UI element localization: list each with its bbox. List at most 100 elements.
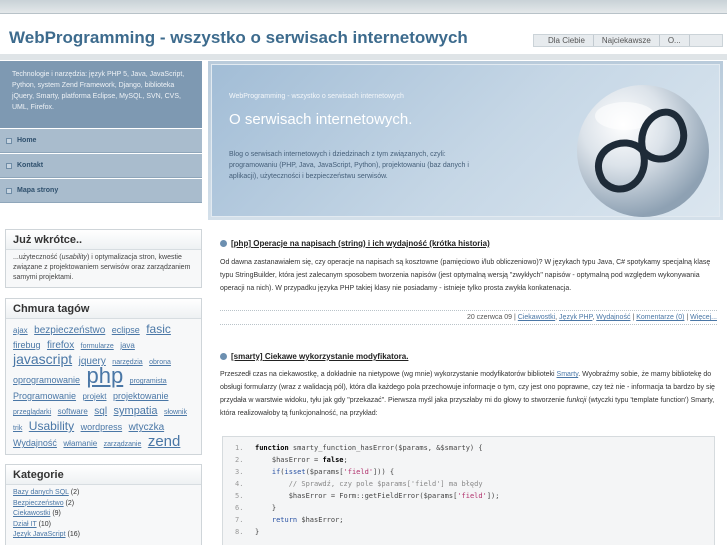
code-block: 1. function smarty_function_hasError($par… — [222, 436, 715, 545]
code-token: $hasError; — [297, 516, 344, 524]
post-title-link[interactable]: [smarty] Ciekawe wykorzystanie modyfikat… — [231, 352, 408, 361]
tag-link[interactable]: Programowanie — [13, 391, 76, 401]
tag-link[interactable]: eclipse — [112, 325, 140, 335]
site-title[interactable]: WebProgramming - wszystko o serwisach in… — [9, 28, 468, 48]
bullet-square-icon — [6, 137, 12, 144]
category-link[interactable]: Ciekawostki — [13, 510, 50, 517]
sidebar-item-kontakt[interactable]: Kontakt — [0, 154, 202, 178]
tag-link[interactable]: wordpress — [81, 422, 123, 432]
line-number: 5. — [235, 492, 244, 500]
category-link[interactable]: Język JavaScript — [13, 531, 66, 538]
post-meta-link[interactable]: Wydajność — [596, 314, 630, 321]
tag-link[interactable]: ajax — [13, 326, 28, 335]
code-line: 6. } — [235, 502, 714, 514]
post-date: 20 czerwca 09 | — [466, 314, 516, 321]
line-number: 2. — [235, 456, 244, 464]
tag-link[interactable]: wtyczka — [129, 422, 165, 433]
post-meta-link[interactable]: Ciekawostki — [518, 314, 555, 321]
top-nav-najciekawsze[interactable]: Najciekawsze — [594, 35, 660, 46]
post-body-part: Przeszedł czas na ciekawostkę, a dokładn… — [220, 371, 557, 378]
tag-link[interactable]: obrona — [149, 359, 171, 366]
top-nav-dla-ciebie[interactable]: Dla Ciebie — [534, 35, 594, 46]
tag-link[interactable]: zend — [148, 433, 181, 450]
code-token: } — [255, 504, 277, 512]
code-line: 5. $hasError = Form::getFieldError($para… — [235, 490, 714, 502]
tag-link[interactable]: słownik — [164, 409, 187, 416]
tag-link[interactable]: software — [58, 407, 88, 416]
category-link[interactable]: Bazy danych SQL — [13, 489, 69, 496]
category-item: Bazy danych SQL (2) — [13, 488, 194, 499]
header-divider — [0, 54, 727, 60]
line-number: 8. — [235, 528, 244, 536]
code-line: 3. if(isset($params['field'])) { — [235, 466, 714, 478]
post-title-link[interactable]: [php] Operacje na napisach (string) i ic… — [231, 239, 490, 248]
category-link[interactable]: Dział IT — [13, 521, 37, 528]
banner-title: O serwisach internetowych. — [229, 111, 413, 128]
tag-link[interactable]: zarządzanie — [104, 441, 142, 448]
post-tag: [php] — [231, 239, 251, 248]
tag-link[interactable]: java — [120, 341, 135, 350]
sidebar-item-label: Home — [17, 137, 37, 144]
tag-link[interactable]: przeglądarki — [13, 409, 51, 416]
coming-soon-title: Już wkrótce.. — [6, 230, 201, 250]
tag-link[interactable]: projekt — [82, 392, 106, 401]
tag-link[interactable]: projektowanie — [113, 391, 169, 401]
more-link[interactable]: Więcej... — [690, 314, 717, 321]
code-line: 4. // Sprawdź, czy pole $params['field']… — [235, 478, 714, 490]
tag-link[interactable]: włamanie — [63, 439, 97, 448]
tag-link[interactable]: bezpieczeństwo — [34, 325, 105, 336]
code-token: false — [322, 456, 344, 464]
category-link[interactable]: Bezpieczeństwo — [13, 500, 64, 507]
post-meta-link[interactable]: Język PHP — [559, 314, 592, 321]
coming-soon-text: ...użyteczność (usability) i optymalizac… — [6, 250, 201, 286]
category-count: (10) — [38, 520, 52, 528]
code-token: ($params[ — [305, 468, 344, 476]
code-token: return — [271, 516, 298, 524]
sidebar-item-home[interactable]: Home — [0, 129, 202, 153]
tag-link[interactable]: oprogramowanie — [13, 375, 80, 385]
glass-sphere-logo-icon — [577, 85, 709, 217]
tag-link[interactable]: trik — [13, 425, 22, 432]
tag-link[interactable]: firebug — [13, 340, 41, 350]
categories-title: Kategorie — [6, 465, 201, 485]
category-count: (2) — [70, 489, 80, 496]
code-token: 'field' — [457, 492, 487, 500]
top-nav-o[interactable]: O... — [660, 35, 690, 46]
tag-link[interactable]: formularze — [81, 343, 114, 350]
tag-link[interactable]: fasic — [146, 322, 171, 336]
sidebar-item-mapa-strony[interactable]: Mapa strony — [0, 179, 202, 203]
tag-link[interactable]: Usability — [29, 419, 74, 433]
sidebar-nav: Home Kontakt Mapa strony — [0, 129, 202, 204]
banner-panel: WebProgramming - wszystko o serwisach in… — [211, 64, 720, 217]
code-token: 'field' — [343, 468, 374, 476]
header-banner: WebProgramming - wszystko o serwisach in… — [208, 61, 723, 220]
code-line: 8.} — [235, 526, 714, 538]
line-number: 1. — [235, 444, 244, 452]
code-token: ])) { — [373, 468, 395, 476]
comments-link[interactable]: Komentarze (0) — [636, 314, 684, 321]
code-line: 7. return $hasError; — [235, 514, 714, 526]
tag-link[interactable]: sympatia — [114, 405, 158, 417]
tag-link[interactable]: sql — [94, 406, 107, 417]
post-title-2: [smarty] Ciekawe wykorzystanie modyfikat… — [220, 352, 408, 361]
code-line: 2. $hasError = false; — [235, 454, 714, 466]
tag-cloud: ajax bezpieczeństwo eclipse fasic firebu… — [6, 319, 201, 454]
code-token: smarty_function_hasError($params, &$smar… — [288, 444, 483, 452]
category-item: Ciekawostki (9) — [13, 509, 194, 520]
post-title-text: Operacje na napisach (string) i ich wyda… — [253, 239, 490, 248]
smarty-link[interactable]: Smarty — [557, 371, 579, 378]
category-item: Język JavaScript (16) — [13, 530, 194, 541]
bullet-square-icon — [6, 162, 12, 169]
code-token: } — [255, 528, 260, 536]
tag-link[interactable]: firefox — [47, 340, 74, 351]
tag-link[interactable]: Wydajność — [13, 438, 57, 448]
tag-cloud-box: Chmura tagów ajax bezpieczeństwo eclipse… — [5, 298, 202, 455]
tag-link[interactable]: javascript — [13, 351, 72, 367]
code-line: 1. function smarty_function_hasError($par… — [235, 442, 714, 454]
tag-link[interactable]: php — [87, 363, 124, 388]
categories-box: Kategorie Bazy danych SQL (2) Bezpieczeń… — [5, 464, 202, 545]
post-bullet-icon — [220, 353, 227, 360]
tag-link[interactable]: programista — [130, 378, 167, 385]
category-count: (2) — [65, 499, 75, 507]
